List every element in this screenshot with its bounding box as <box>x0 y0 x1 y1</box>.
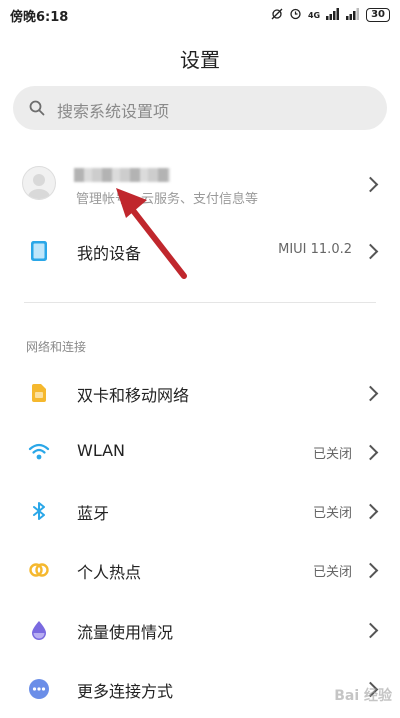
network-item-hotspot[interactable]: 个人热点 已关闭 <box>0 541 400 599</box>
network-item-value: 已关闭 <box>312 506 352 521</box>
account-subtitle: 管理帐号、云服务、支付信息等 <box>76 192 259 207</box>
network-item-dual-sim[interactable]: 双卡和移动网络 <box>0 364 400 422</box>
chevron-right-icon <box>362 385 379 402</box>
silent-icon <box>271 8 283 23</box>
search-icon <box>29 100 45 116</box>
my-device-row[interactable]: 我的设备 MIUI 11.0.2 <box>0 222 400 280</box>
divider <box>24 302 376 303</box>
network-item-wlan[interactable]: WLAN 已关闭 <box>0 423 400 481</box>
more-connections-icon <box>28 678 50 700</box>
chevron-right-icon <box>362 444 379 461</box>
search-placeholder: 搜索系统设置项 <box>57 102 170 121</box>
network-item-data-usage[interactable]: 流量使用情况 <box>0 601 400 659</box>
account-row[interactable]: 管理帐号、云服务、支付信息等 <box>0 148 400 220</box>
signal-icon <box>326 7 340 23</box>
chevron-right-icon <box>362 243 379 260</box>
chevron-right-icon <box>362 176 379 193</box>
network-item-label: WLAN <box>77 441 126 460</box>
sim-card-icon <box>28 382 50 404</box>
network-item-label: 蓝牙 <box>77 504 110 523</box>
alarm-icon <box>289 7 302 23</box>
status-bar: 傍晚6:18 4G 30 <box>0 0 400 30</box>
account-name-blurred <box>74 168 170 182</box>
chevron-right-icon <box>362 622 379 639</box>
network-item-value: 已关闭 <box>312 565 352 580</box>
network-item-label: 流量使用情况 <box>77 623 174 642</box>
status-icons: 4G 30 <box>271 6 390 24</box>
watermark: Bai 经验 <box>334 688 392 704</box>
network-item-value: 已关闭 <box>312 447 352 462</box>
network-item-label: 个人热点 <box>77 563 142 582</box>
chevron-right-icon <box>362 562 379 579</box>
page-title: 设置 <box>180 48 220 72</box>
section-title-network: 网络和连接 <box>26 340 87 354</box>
network-item-label: 更多连接方式 <box>77 682 174 701</box>
my-device-label: 我的设备 <box>77 244 142 263</box>
my-device-version: MIUI 11.0.2 <box>278 242 352 257</box>
device-icon <box>28 240 50 262</box>
battery-indicator: 30 <box>366 8 390 22</box>
data-usage-icon <box>28 619 50 641</box>
chevron-right-icon <box>362 503 379 520</box>
wifi-icon <box>28 441 50 463</box>
signal-icon-2 <box>346 7 360 23</box>
status-time: 傍晚6:18 <box>10 10 69 25</box>
network-item-bluetooth[interactable]: 蓝牙 已关闭 <box>0 482 400 540</box>
avatar <box>22 166 56 200</box>
bluetooth-icon <box>28 500 50 522</box>
network-item-label: 双卡和移动网络 <box>77 386 190 405</box>
search-bar[interactable]: 搜索系统设置项 <box>13 86 387 130</box>
network-type-label: 4G <box>307 10 321 20</box>
hotspot-icon <box>28 559 50 581</box>
